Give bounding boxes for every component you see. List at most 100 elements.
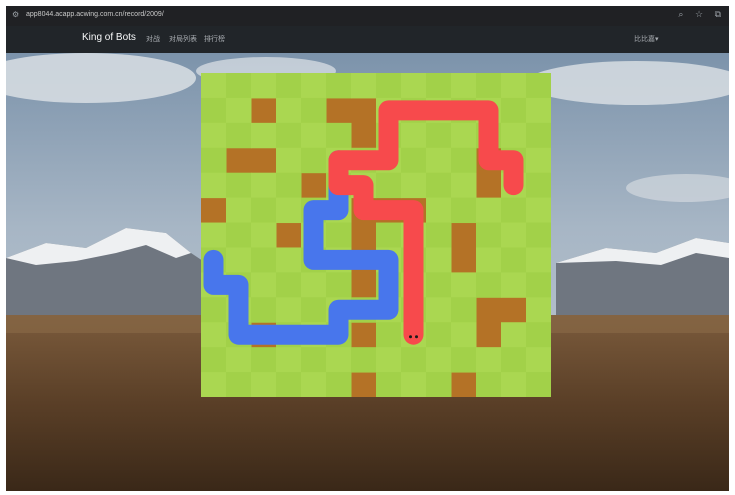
grass-cell: [351, 347, 377, 373]
grass-cell: [276, 172, 302, 199]
grass-cell: [476, 272, 502, 298]
grass-cell: [451, 272, 477, 298]
grass-cell: [301, 297, 327, 323]
grass-cell: [326, 347, 352, 373]
grass-cell: [526, 222, 551, 248]
grass-cell: [201, 297, 227, 323]
grass-cell: [476, 347, 502, 373]
grass-cell: [526, 322, 551, 348]
address-bar[interactable]: ⚙ app8044.acapp.acwing.com.cn/record/200…: [6, 6, 729, 26]
brand-link[interactable]: King of Bots: [82, 32, 136, 43]
grass-cell: [226, 172, 252, 199]
grass-cell: [426, 222, 452, 248]
grass-cell: [426, 122, 452, 149]
grass-cell: [501, 73, 527, 99]
grass-cell: [276, 97, 302, 124]
grass-cell: [451, 172, 477, 199]
grass-cell: [526, 372, 551, 397]
nav-link-pk[interactable]: 对战: [146, 34, 160, 44]
grass-cell: [476, 372, 502, 397]
grass-cell: [401, 372, 427, 397]
grass-cell: [326, 73, 352, 99]
grass-cell: [451, 147, 477, 174]
grass-cell: [526, 272, 551, 298]
grass-cell: [201, 97, 227, 124]
grass-cell: [451, 322, 477, 348]
grass-cell: [476, 197, 502, 224]
site-settings-icon[interactable]: ⚙: [12, 10, 22, 20]
grass-cell: [401, 347, 427, 373]
grass-cell: [201, 73, 227, 99]
grass-cell: [251, 247, 277, 273]
url-text[interactable]: app8044.acapp.acwing.com.cn/record/2009/: [26, 11, 164, 18]
grass-cell: [251, 297, 277, 323]
grass-cell: [526, 97, 551, 124]
grass-cell: [426, 322, 452, 348]
grass-cell: [426, 297, 452, 323]
grass-cell: [226, 197, 252, 224]
grass-cell: [226, 372, 252, 397]
nav-link-ranklist[interactable]: 排行榜: [204, 34, 225, 44]
extensions-icon[interactable]: ⧉: [715, 9, 721, 20]
grass-cell: [401, 172, 427, 199]
grass-cell: [501, 322, 527, 348]
grass-cell: [501, 97, 527, 124]
grass-cell: [301, 372, 327, 397]
nav-link-records[interactable]: 对局列表: [169, 34, 197, 44]
grass-cell: [451, 347, 477, 373]
grass-cell: [526, 147, 551, 174]
grass-cell: [501, 197, 527, 224]
grass-cell: [301, 97, 327, 124]
grass-cell: [276, 247, 302, 273]
snake-red-eye-icon: [415, 335, 418, 339]
grass-cell: [376, 372, 402, 397]
grass-cell: [526, 122, 551, 149]
grass-cell: [451, 297, 477, 323]
grass-cell: [426, 197, 452, 224]
grass-cell: [276, 347, 302, 373]
grass-cell: [276, 73, 302, 99]
grass-cell: [426, 272, 452, 298]
grass-cell: [226, 222, 252, 248]
grass-cell: [326, 272, 352, 298]
grass-cell: [426, 73, 452, 99]
grass-cell: [226, 73, 252, 99]
grass-cell: [451, 197, 477, 224]
zoom-icon[interactable]: ⌕: [678, 9, 683, 20]
grass-cell: [251, 122, 277, 149]
grass-cell: [301, 347, 327, 373]
grass-cell: [501, 272, 527, 298]
grass-cell: [276, 122, 302, 149]
grass-cell: [451, 73, 477, 99]
grass-cell: [376, 222, 402, 248]
bookmark-star-icon[interactable]: ☆: [695, 9, 703, 20]
grass-cell: [201, 372, 227, 397]
grass-cell: [426, 372, 452, 397]
grass-cell: [401, 122, 427, 149]
user-dropdown[interactable]: 比比嘉▾: [634, 34, 659, 44]
grass-cell: [226, 122, 252, 149]
grass-cell: [376, 172, 402, 199]
grass-cell: [251, 197, 277, 224]
grass-cell: [201, 322, 227, 348]
grass-cell: [326, 122, 352, 149]
game-board: [201, 73, 551, 397]
grass-cell: [301, 272, 327, 298]
grass-cell: [201, 347, 227, 373]
grass-cell: [201, 122, 227, 149]
grass-cell: [501, 247, 527, 273]
grass-cell: [251, 222, 277, 248]
grass-cell: [276, 272, 302, 298]
grass-cell: [376, 73, 402, 99]
grass-cell: [201, 172, 227, 199]
grass-cell: [276, 372, 302, 397]
grass-cell: [526, 247, 551, 273]
grass-cell: [226, 247, 252, 273]
browser-window: ⚙ app8044.acapp.acwing.com.cn/record/200…: [6, 6, 729, 491]
grass-cell: [501, 347, 527, 373]
grass-cell: [401, 73, 427, 99]
grass-cell: [301, 147, 327, 174]
grass-cell: [226, 347, 252, 373]
grass-cell: [476, 73, 502, 99]
grass-cell: [426, 247, 452, 273]
